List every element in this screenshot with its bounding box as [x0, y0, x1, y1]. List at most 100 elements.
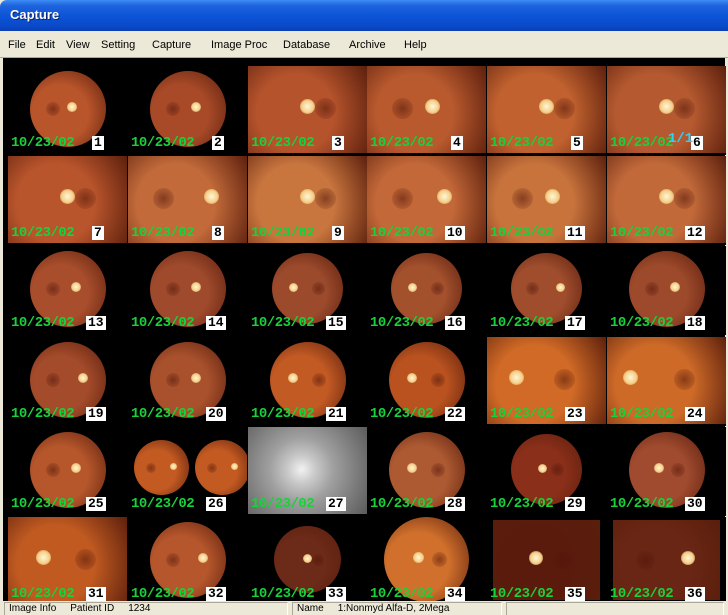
thumbnail-number: 7 — [92, 225, 104, 240]
optic-disc — [60, 189, 75, 204]
thumbnail[interactable]: 10/23/02 12 — [607, 156, 726, 245]
fundus-image — [274, 526, 341, 593]
thumbnail[interactable]: 10/23/02 22 — [367, 337, 486, 426]
thumbnail[interactable]: 10/23/02 26 — [128, 427, 247, 516]
thumbnail[interactable]: 10/23/02 15 — [248, 246, 367, 335]
thumbnail[interactable]: 10/23/02 14 — [128, 246, 247, 335]
title-bar[interactable]: Capture — [0, 0, 728, 31]
thumbnail[interactable]: 10/23/02 20 — [128, 337, 247, 426]
optic-disc — [303, 554, 312, 563]
thumbnail-number: 14 — [206, 315, 226, 330]
thumbnail[interactable]: 10/23/02 13 — [8, 246, 127, 335]
thumbnail-date: 10/23/02 — [251, 225, 315, 241]
thumbnail-number: 34 — [445, 586, 465, 601]
thumbnail-date: 10/23/02 — [610, 315, 674, 331]
thumbnail[interactable]: 10/23/02 10 — [367, 156, 486, 245]
thumbnail[interactable]: 10/23/02 19 — [8, 337, 127, 426]
macula — [315, 188, 336, 209]
thumbnail-date: 10/23/02 — [131, 135, 195, 151]
thumbnail[interactable]: 10/23/02 9 — [248, 156, 367, 245]
thumbnail-date: 10/23/02 — [370, 225, 434, 241]
thumbnail[interactable]: 10/23/02 18 — [607, 246, 726, 335]
thumbnail-date: 10/23/02 — [251, 496, 315, 512]
thumbnail[interactable]: 10/23/02 23 — [487, 337, 606, 426]
thumbnail[interactable]: 10/23/02 33 — [248, 517, 367, 606]
optic-disc — [300, 99, 315, 114]
fundus-image — [195, 440, 247, 495]
optic-disc — [36, 550, 51, 565]
fundus-image — [511, 253, 582, 324]
thumbnail-date: 10/23/02 — [11, 586, 75, 602]
thumbnail[interactable]: 10/23/02 5 — [487, 66, 606, 155]
thumbnail[interactable]: 10/23/02 4 — [367, 66, 486, 155]
fundus-image — [511, 434, 582, 505]
thumbnail[interactable]: 10/23/02 27 — [248, 427, 367, 516]
thumbnail[interactable]: 10/23/02 31 — [8, 517, 127, 606]
thumbnail[interactable]: 10/23/02 3 — [248, 66, 367, 155]
thumbnail[interactable]: 10/23/02 25 — [8, 427, 127, 516]
thumbnail[interactable]: 10/23/02 6 — [607, 66, 726, 155]
macula — [75, 549, 96, 570]
menu-archive[interactable]: Archive — [349, 39, 386, 51]
optic-disc — [556, 283, 565, 292]
thumbnail[interactable]: 10/23/02 11 — [487, 156, 606, 245]
thumbnail-date: 10/23/02 — [610, 225, 674, 241]
menu-image-proc[interactable]: Image Proc — [211, 39, 267, 51]
optic-disc — [407, 463, 417, 473]
thumbnail[interactable]: 10/23/02 7 — [8, 156, 127, 245]
macula — [526, 282, 539, 295]
optic-disc — [681, 551, 695, 565]
thumbnail-date: 10/23/02 — [370, 406, 434, 422]
thumbnail[interactable]: 10/23/02 28 — [367, 427, 486, 516]
macula — [312, 282, 325, 295]
fundus-image — [272, 253, 343, 324]
thumbnail-date: 10/23/02 — [610, 496, 674, 512]
menu-setting[interactable]: Setting — [101, 39, 135, 51]
macula — [671, 463, 685, 477]
thumbnail-number: 1 — [92, 135, 104, 150]
optic-disc — [71, 282, 81, 292]
thumbnail[interactable]: 10/23/02 34 — [367, 517, 486, 606]
thumbnail[interactable]: 10/23/02 21 — [248, 337, 367, 426]
thumbnail[interactable]: 10/23/02 35 — [487, 517, 606, 606]
menu-database[interactable]: Database — [283, 39, 330, 51]
thumbnail-viewer[interactable]: 10/23/02 1 10/23/02 2 10/23/02 3 10/23/02 4 10/2… — [0, 58, 728, 606]
fundus-image — [391, 253, 462, 324]
optic-disc — [413, 552, 424, 563]
thumbnail-date: 10/23/02 — [131, 406, 195, 422]
thumbnail[interactable]: 10/23/02 30 — [607, 427, 726, 516]
thumbnail-number: 35 — [565, 586, 585, 601]
thumbnail[interactable]: 10/23/02 36 — [607, 517, 726, 606]
thumbnail-number: 13 — [86, 315, 106, 330]
thumbnail-number: 28 — [445, 496, 465, 511]
optic-disc — [288, 373, 298, 383]
thumbnail[interactable]: 10/23/02 16 — [367, 246, 486, 335]
optic-disc — [659, 99, 674, 114]
menu-file[interactable]: File — [8, 39, 26, 51]
thumbnail[interactable]: 10/23/02 8 — [128, 156, 247, 245]
macula — [551, 463, 564, 476]
menu-edit[interactable]: Edit — [36, 39, 55, 51]
thumbnail-date: 10/23/02 — [11, 135, 75, 151]
thumbnail-number: 36 — [685, 586, 705, 601]
thumbnail[interactable]: 10/23/02 17 — [487, 246, 606, 335]
menu-capture[interactable]: Capture — [152, 39, 191, 51]
thumbnail[interactable]: 10/23/02 2 — [128, 66, 247, 155]
thumbnail[interactable]: 10/23/02 24 — [607, 337, 726, 426]
macula — [166, 282, 180, 296]
thumbnail-number: 24 — [685, 406, 705, 421]
optic-disc — [78, 373, 88, 383]
menu-bar: File Edit View Setting Capture Image Pro… — [0, 31, 728, 58]
thumbnail[interactable]: 10/23/02 1 — [8, 66, 127, 155]
thumbnail-number: 17 — [565, 315, 585, 330]
thumbnail-number: 8 — [212, 225, 224, 240]
menu-view[interactable]: View — [66, 39, 90, 51]
thumbnail-number: 23 — [565, 406, 585, 421]
menu-help[interactable]: Help — [404, 39, 427, 51]
thumbnail-date: 10/23/02 — [490, 315, 554, 331]
optic-disc — [654, 463, 664, 473]
macula — [554, 98, 575, 119]
thumbnail[interactable]: 10/23/02 29 — [487, 427, 606, 516]
thumbnail[interactable]: 10/23/02 32 — [128, 517, 247, 606]
thumbnail-date: 10/23/02 — [11, 315, 75, 331]
